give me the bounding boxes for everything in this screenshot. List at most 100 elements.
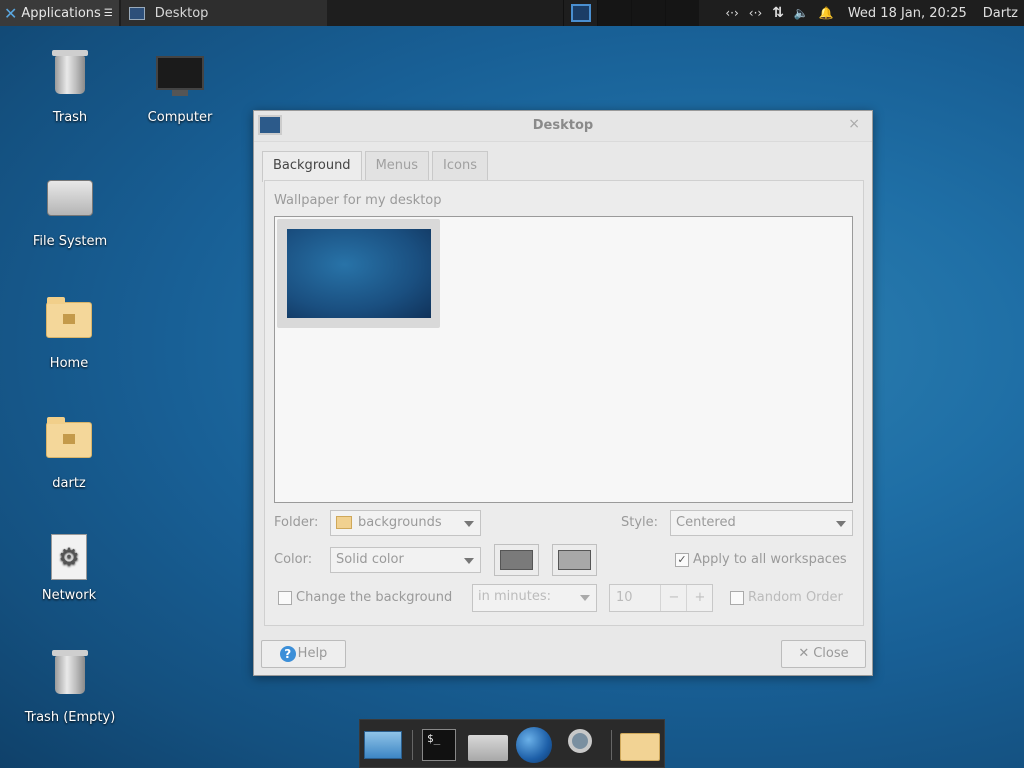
desktop-icon-computer[interactable]: Computer [130,52,230,125]
increment-button[interactable]: + [686,585,713,611]
change-background-checkbox[interactable]: Change the background [278,590,452,605]
home-folder-icon [468,735,508,761]
close-button[interactable]: ✕ Close [781,640,866,668]
volume-icon[interactable]: 🔈 [794,6,809,20]
decrement-button[interactable]: − [660,585,687,611]
wallpaper-thumbnail-selected[interactable] [277,219,440,328]
network-connection-icon-2[interactable]: ‹·› [749,6,762,20]
xfce-logo-icon: ✕ [4,3,18,23]
computer-icon [156,56,204,104]
interval-spinbox[interactable]: 10 − + [609,584,713,612]
home-folder-icon [46,297,92,338]
dialog-titlebar[interactable]: Desktop × [254,111,872,142]
chevron-down-icon [836,521,846,527]
random-order-label: Random Order [748,590,843,605]
taskbar-item-desktop[interactable]: Desktop [120,0,327,26]
tab-bar: Background Menus Icons [262,151,491,182]
folder-label: Folder: [274,515,319,530]
interval-unit-combo[interactable]: in minutes: [472,584,597,612]
color-label: Color: [274,552,313,567]
workspace-1[interactable] [563,0,598,26]
style-label: Style: [621,515,659,530]
desktop-icon-label: Trash (Empty) [24,710,116,725]
random-order-checkbox[interactable]: Random Order [730,590,843,605]
desktop-icon-network[interactable]: ⚙ Network [19,532,119,603]
clock[interactable]: Wed 18 Jan, 20:25 [848,6,967,21]
network-activity-icon[interactable]: ⇅ [772,5,784,21]
chevron-down-icon [464,521,474,527]
desktop-icon-label: dartz [52,476,86,491]
magnifier-icon [568,729,592,753]
desktop-icon-label: Trash [52,110,88,125]
workspace-4[interactable] [665,0,700,26]
desktop-icon-trash-empty[interactable]: Trash (Empty) [20,650,120,725]
help-button[interactable]: ? Help [261,640,346,668]
applications-menu-glyph: ☰ [103,7,113,19]
trash-icon [52,650,88,694]
globe-icon [516,727,552,763]
color-mode-combo[interactable]: Solid color [330,547,481,573]
file-manager-launcher[interactable] [468,727,508,763]
desktop-icon-file-system[interactable]: File System [20,172,120,249]
tab-icons[interactable]: Icons [432,151,488,180]
style-value: Centered [676,515,736,530]
desktop-icon-trash[interactable]: Trash [20,50,120,125]
terminal-launcher[interactable]: $_ [422,727,458,763]
show-desktop-button[interactable] [364,727,404,763]
close-button-label: Close [813,646,849,661]
workspace-window-icon [570,4,591,22]
primary-color-swatch [500,550,533,570]
close-icon[interactable]: × [848,116,860,132]
desktop-icon-home[interactable]: Home [19,292,119,371]
style-combo[interactable]: Centered [670,510,853,536]
desktop-icon-label: File System [32,234,108,249]
color-mode-value: Solid color [336,552,404,567]
secondary-color-swatch [558,550,591,570]
top-panel: ✕ Applications ☰ Desktop ‹·› ‹·› ⇅ 🔈 🔔 W… [0,0,1024,26]
workspace-switcher [563,0,700,26]
wallpaper-gallery[interactable] [274,216,853,503]
folder-value: backgrounds [358,515,442,530]
hard-drive-icon [47,180,93,216]
folder-icon [620,733,660,761]
checkbox-box: ✓ [675,552,689,567]
monitor-icon [128,6,145,20]
folder-icon [336,516,352,529]
desktop-icon-label: Network [41,588,97,603]
wallpaper-label: Wallpaper for my desktop [274,193,442,208]
secondary-color-button[interactable] [552,544,597,576]
change-background-label: Change the background [296,590,453,605]
close-icon: ✕ [798,646,810,661]
desktop-icon-dartz[interactable]: dartz [19,412,119,491]
show-desktop-icon [364,731,402,759]
network-connection-icon[interactable]: ‹·› [725,6,738,20]
checkbox-box [278,590,292,605]
dialog-title: Desktop [532,118,594,133]
bottom-dock: $_ [359,719,665,768]
applications-label: Applications [21,5,101,21]
tab-menus[interactable]: Menus [364,151,430,180]
app-finder-launcher[interactable] [564,727,604,763]
folder-launcher[interactable] [620,727,662,763]
checkbox-box [730,590,744,605]
folder-combo[interactable]: backgrounds [330,510,481,536]
notification-bell-icon[interactable]: 🔔 [819,6,834,20]
home-folder-icon [46,417,92,458]
trash-icon [52,50,88,94]
workspace-2[interactable] [597,0,632,26]
terminal-icon: $_ [422,729,456,761]
interval-value: 10 [616,590,633,605]
wallpaper-thumbnail-image [287,229,431,318]
workspace-3[interactable] [631,0,666,26]
primary-color-button[interactable] [494,544,539,576]
web-browser-launcher[interactable] [516,727,556,763]
applications-menu-button[interactable]: ✕ Applications ☰ [0,0,119,26]
help-icon: ? [279,646,296,662]
apply-all-workspaces-label: Apply to all workspaces [693,552,847,567]
desktop-settings-dialog: Desktop × Background Menus Icons Wallpap… [253,110,873,676]
chevron-down-icon [580,595,590,601]
tab-background[interactable]: Background [262,151,362,182]
gear-icon: ⚙ [51,534,87,580]
apply-all-workspaces-checkbox[interactable]: ✓ Apply to all workspaces [675,552,847,567]
user-menu[interactable]: Dartz [983,6,1018,21]
